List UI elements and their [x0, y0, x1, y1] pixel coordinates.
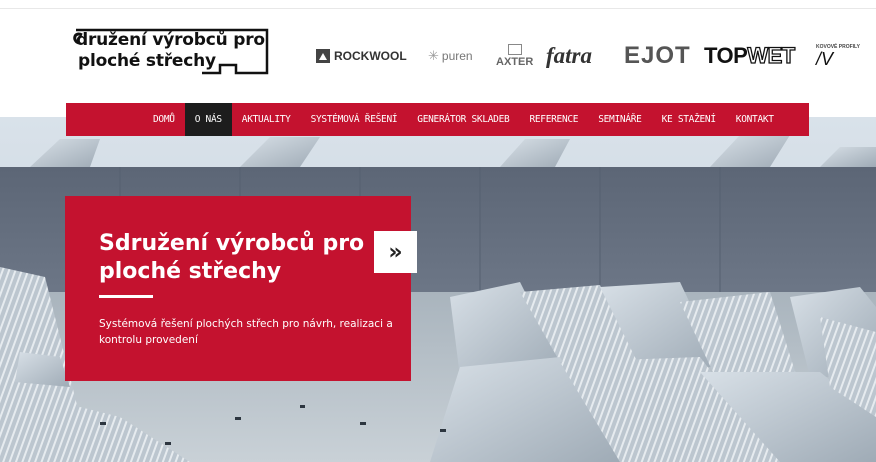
partner-name: puren: [441, 49, 473, 63]
slider-next-button[interactable]: »: [374, 231, 417, 273]
partner-name-part: WET: [747, 42, 796, 68]
main-nav: DOMŮ O NÁS AKTUALITY SYSTÉMOVÁ ŘEŠENÍ GE…: [66, 103, 809, 136]
nav-item-about[interactable]: O NÁS: [184, 103, 232, 136]
nav-item-system-solutions[interactable]: SYSTÉMOVÁ ŘEŠENÍ: [301, 103, 408, 136]
site-header: družení výrobců pro ploché střechy ROCKW…: [0, 0, 876, 98]
nav-item-composition-generator[interactable]: GENERÁTOR SKLADEB: [407, 103, 519, 136]
hero-underline: [99, 295, 153, 298]
puren-star-icon: ✳: [428, 48, 439, 63]
nav-item-home[interactable]: DOMŮ: [143, 103, 185, 136]
partner-name: EJOT: [624, 42, 691, 69]
hero-title: Sdružení výrobců pro ploché střechy: [99, 231, 365, 284]
double-chevron-right-icon: »: [388, 239, 403, 265]
partner-topwet-logo[interactable]: TOP WET: [704, 38, 796, 74]
partner-name-part: TOP: [704, 43, 748, 68]
partner-name: ROCKWOOL: [334, 49, 407, 63]
nav-item-contact[interactable]: KONTAKT: [726, 103, 784, 136]
partner-name: fatra: [546, 43, 592, 68]
hero-subtitle: Systémová řešení plochých střech pro náv…: [99, 318, 393, 346]
nav-item-downloads[interactable]: KE STAŽENÍ: [652, 103, 726, 136]
partner-rockwool-logo[interactable]: ROCKWOOL: [316, 38, 407, 74]
partner-logos: ROCKWOOL ✳ puren AXTER fatra EJOT TOP WET…: [312, 38, 868, 74]
partner-profile-logo[interactable]: KOVOVÉ PROFILY /V: [816, 38, 860, 74]
nav-item-seminars[interactable]: SEMINÁŘE: [588, 103, 651, 136]
partner-puren-logo[interactable]: ✳ puren: [428, 38, 473, 74]
partner-mark: /V: [816, 49, 834, 69]
partner-axter-logo[interactable]: AXTER: [496, 38, 533, 74]
rockwool-triangle-icon: [316, 49, 330, 63]
logo-line-2: ploché střechy: [78, 51, 216, 71]
header-divider: [0, 8, 876, 9]
partner-fatra-logo[interactable]: fatra: [546, 38, 592, 74]
logo-line-1: družení výrobců pro: [76, 30, 265, 50]
site-logo[interactable]: družení výrobců pro ploché střechy: [70, 27, 270, 79]
partner-ejot-logo[interactable]: EJOT: [624, 38, 691, 74]
partner-name: AXTER: [496, 56, 534, 68]
hero-caption-box: Sdružení výrobců pro ploché střechy Syst…: [65, 196, 411, 381]
axter-building-icon: [507, 44, 522, 55]
nav-item-references[interactable]: REFERENCE: [519, 103, 588, 136]
nav-item-news[interactable]: AKTUALITY: [232, 103, 301, 136]
